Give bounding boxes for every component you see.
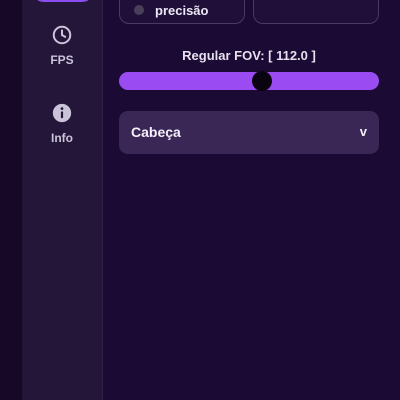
radio-button[interactable] <box>134 5 144 15</box>
fov-label: Regular FOV: [ 112.0 ] <box>182 48 316 63</box>
slider-track[interactable] <box>119 72 379 90</box>
option-card[interactable] <box>253 0 379 24</box>
sidebar-item-label: FPS <box>50 53 74 67</box>
fov-slider[interactable] <box>119 71 379 91</box>
sidebar-item-fps[interactable]: FPS <box>22 24 102 67</box>
sidebar-item-label: Info <box>51 131 73 145</box>
info-icon <box>52 103 72 123</box>
target-dropdown[interactable]: Cabeça v <box>119 111 379 154</box>
precision-option-card[interactable]: precisão <box>119 0 245 24</box>
precision-label: precisão <box>155 3 209 18</box>
sidebar-item-info[interactable]: Info <box>22 102 102 145</box>
dropdown-selected-value: Cabeça <box>131 124 181 140</box>
left-edge-strip <box>0 0 22 400</box>
chevron-down-icon: v <box>359 124 367 139</box>
sidebar-active-tab[interactable] <box>32 0 94 2</box>
sidebar: FPS Info <box>22 0 103 400</box>
clock-icon <box>52 25 72 45</box>
slider-thumb[interactable] <box>252 71 272 91</box>
